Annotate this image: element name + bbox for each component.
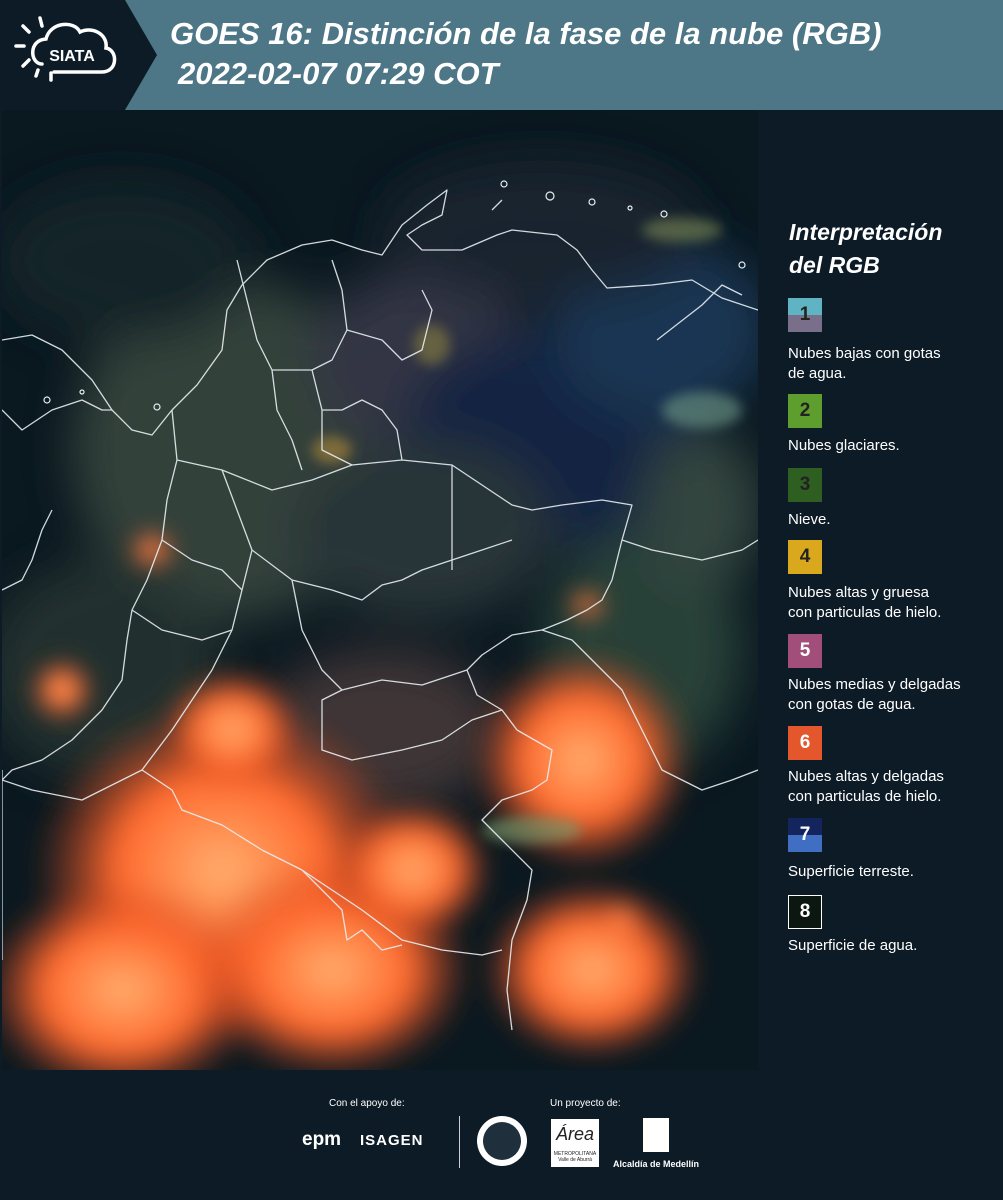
isagen-logo: ISAGEN — [360, 1132, 424, 1149]
legend-label-6: Nubes altas y delgadas con particulas de… — [788, 767, 1000, 807]
legend-swatch-1: 1 — [788, 298, 822, 332]
legend-label-5: Nubes medias y delgadas con gotas de agu… — [788, 675, 1000, 715]
legend-swatch-7: 7 — [788, 818, 822, 852]
alcaldia-logo-text: Alcaldía de Medellín — [613, 1159, 700, 1169]
legend-swatch-8: 8 — [788, 895, 822, 929]
support-label: Con el apoyo de: — [329, 1098, 405, 1109]
university-seal-icon — [477, 1116, 527, 1166]
legend-label-7: Superficie terreste. — [788, 863, 914, 880]
legend-label-1: Nubes bajas con gotas de agua. — [788, 344, 1000, 384]
legend-label-1-line1: Nubes bajas con gotas — [788, 345, 941, 362]
legend-swatch-5: 5 — [788, 634, 822, 668]
legend-label-6-line1: Nubes altas y delgadas — [788, 768, 944, 785]
legend-label-8: Superficie de agua. — [788, 937, 918, 954]
legend-panel: Interpretación del RGB 1 Nubes bajas con… — [760, 110, 1003, 1070]
legend-swatch-3: 3 — [788, 468, 822, 502]
page-title: GOES 16: Distinción de la fase de la nub… — [170, 16, 882, 51]
legend-label-2: Nubes glaciares. — [788, 437, 900, 454]
legend-label-3: Nieve. — [788, 511, 831, 528]
legend-swatch-4: 4 — [788, 540, 822, 574]
logo-arrow-shape — [125, 0, 157, 110]
page-timestamp: 2022-02-07 07:29 COT — [178, 56, 499, 91]
siata-logo: SIATA — [0, 0, 125, 110]
legend-label-4-line1: Nubes altas y gruesa — [788, 584, 929, 601]
alcaldia-shield-icon — [643, 1118, 669, 1152]
legend-title: Interpretación del RGB — [789, 216, 989, 282]
area-metropolitana-logo: Área METROPOLITANA Valle de Aburrá — [551, 1119, 599, 1167]
epm-logo: epm — [302, 1129, 342, 1150]
legend-label-1-line2: de agua. — [788, 365, 847, 382]
legend-swatch-2: 2 — [788, 394, 822, 428]
project-label: Un proyecto de: — [550, 1098, 621, 1109]
sun-cloud-icon: SIATA — [14, 16, 117, 82]
legend-title-line2: del RGB — [789, 252, 880, 278]
logo-text: SIATA — [49, 48, 95, 65]
legend-label-4: Nubes altas y gruesa con particulas de h… — [788, 583, 1000, 623]
area-logo-text: Área — [555, 1124, 595, 1144]
footer-divider — [459, 1116, 460, 1168]
area-logo-subtext: METROPOLITANA Valle de Aburrá — [553, 1151, 597, 1163]
legend-title-line1: Interpretación — [789, 219, 943, 245]
header-bar: SIATA GOES 16: Distinción de la fase de … — [0, 0, 1003, 110]
footer-bar: Con el apoyo de: Un proyecto de: epm ISA… — [0, 1070, 1003, 1200]
legend-label-5-line1: Nubes medias y delgadas — [788, 676, 961, 693]
satellite-image — [2, 110, 758, 1070]
satellite-map — [2, 110, 758, 1070]
legend-swatch-6: 6 — [788, 726, 822, 760]
legend-label-6-line2: con particulas de hielo. — [788, 788, 942, 805]
legend-label-4-line2: con particulas de hielo. — [788, 604, 942, 621]
legend-label-5-line2: con gotas de agua. — [788, 696, 916, 713]
